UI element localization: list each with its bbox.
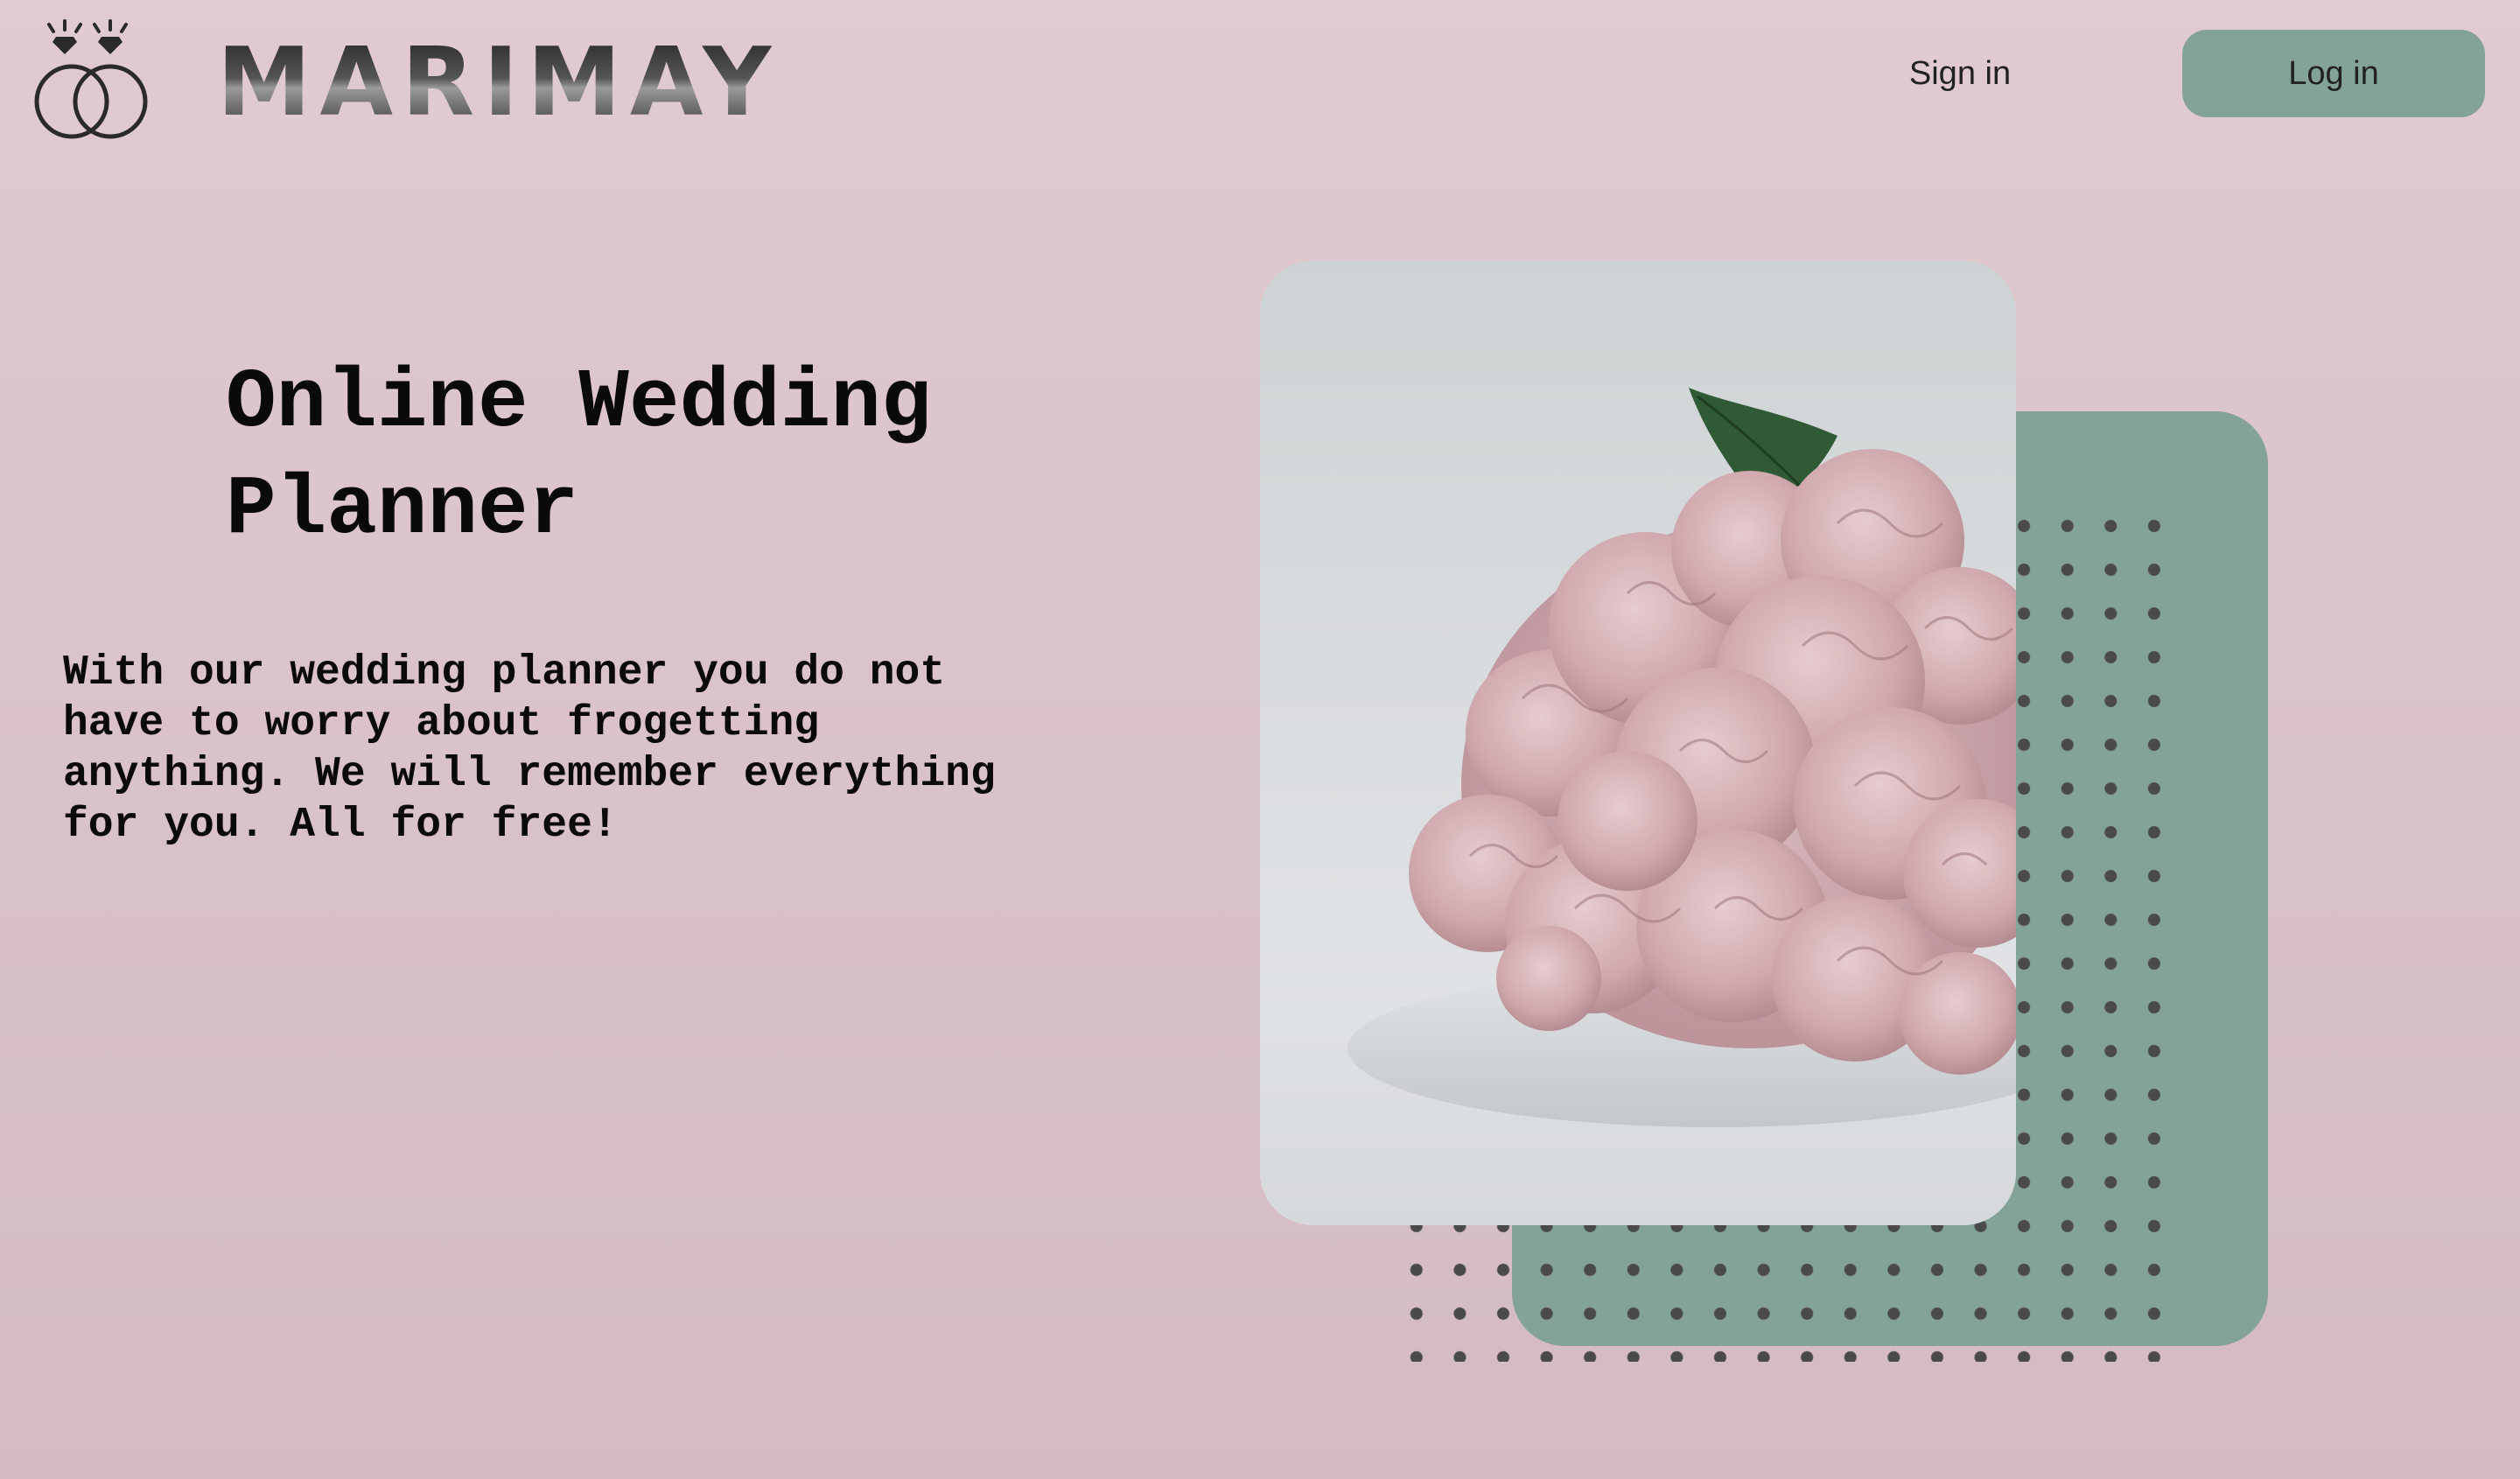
site-header: MARIMAY Sign in Log in	[0, 0, 2520, 149]
hero-title: Online Wedding Planner	[226, 355, 932, 557]
hero-photo	[1260, 261, 2016, 1225]
sign-in-link[interactable]: Sign in	[1872, 47, 2048, 100]
log-in-button[interactable]: Log in	[2182, 30, 2485, 117]
wedding-rings-icon	[34, 19, 148, 139]
hydrangea-illustration	[1348, 388, 2016, 1127]
hero-description: With our wedding planner you do not have…	[63, 649, 996, 849]
brand-name: MARIMAY	[217, 28, 780, 137]
brand-logo[interactable]: MARIMAY	[26, 16, 796, 147]
